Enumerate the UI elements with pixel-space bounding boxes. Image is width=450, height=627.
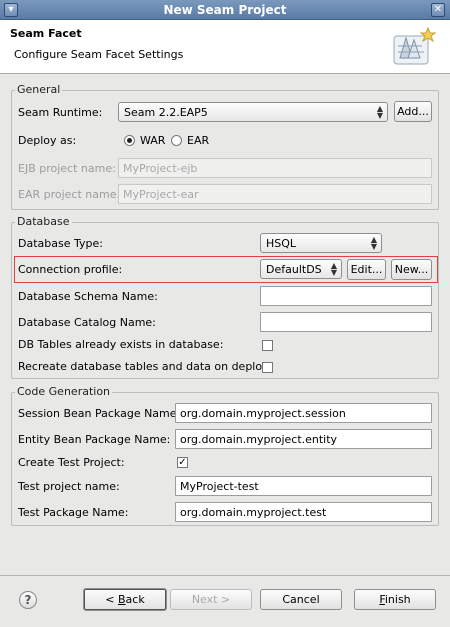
banner-description: Configure Seam Facet Settings <box>14 48 184 61</box>
deploy-war-label[interactable]: WAR <box>140 134 165 147</box>
new-profile-button[interactable]: New... <box>391 259 432 280</box>
finish-rest: inish <box>384 593 411 606</box>
ear-project-label: EAR project name: <box>18 188 121 201</box>
combo-arrows-icon: ▲ ▼ <box>376 104 383 120</box>
deploy-as-label: Deploy as: <box>18 134 77 147</box>
entity-bean-field[interactable]: org.domain.myproject.entity <box>175 429 432 449</box>
cancel-button[interactable]: Cancel <box>260 589 342 610</box>
deploy-ear-radio[interactable] <box>171 135 182 146</box>
close-icon[interactable]: ✕ <box>431 3 445 17</box>
catalog-name-label: Database Catalog Name: <box>18 316 156 329</box>
seam-runtime-label: Seam Runtime: <box>18 106 103 119</box>
deploy-war-radio[interactable] <box>124 135 135 146</box>
entity-bean-label: Entity Bean Package Name: <box>18 433 171 446</box>
add-runtime-button[interactable]: Add... <box>394 101 432 122</box>
seam-facet-icon <box>393 26 437 65</box>
edit-profile-button[interactable]: Edit... <box>347 259 386 280</box>
help-icon[interactable]: ? <box>19 591 37 609</box>
schema-name-field[interactable] <box>260 286 432 306</box>
connection-profile-select[interactable]: DefaultDS ▲ ▼ <box>260 259 342 279</box>
connection-profile-label: Connection profile: <box>18 263 123 276</box>
test-project-field[interactable]: MyProject-test <box>175 476 432 496</box>
session-bean-label: Session Bean Package Name: <box>18 407 181 420</box>
next-button[interactable]: Next > <box>170 589 252 610</box>
back-rest: ack <box>125 593 145 606</box>
banner-title: Seam Facet <box>10 27 82 40</box>
window-menu-icon[interactable]: ▾ <box>4 3 18 17</box>
ejb-project-field: MyProject-ejb <box>118 158 432 178</box>
finish-button[interactable]: Finish <box>354 589 436 610</box>
session-bean-field[interactable]: org.domain.myproject.session <box>175 403 432 423</box>
combo-arrows-icon: ▲ ▼ <box>330 261 337 277</box>
connection-profile-value: DefaultDS <box>266 263 322 276</box>
database-legend: Database <box>15 215 72 228</box>
create-test-checkbox[interactable]: ✓ <box>177 457 188 468</box>
back-prefix: < <box>105 593 118 606</box>
seam-runtime-select[interactable]: Seam 2.2.EAP5 ▲ ▼ <box>118 102 388 122</box>
code-generation-legend: Code Generation <box>15 385 113 398</box>
footer-separator <box>0 575 450 576</box>
test-project-label: Test project name: <box>18 480 120 493</box>
combo-arrows-icon: ▲ ▼ <box>370 235 377 251</box>
schema-name-label: Database Schema Name: <box>18 290 158 303</box>
database-type-label: Database Type: <box>18 237 103 250</box>
seam-runtime-value: Seam 2.2.EAP5 <box>124 106 208 119</box>
recreate-tables-label: Recreate database tables and data on dep… <box>18 360 272 373</box>
catalog-name-field[interactable] <box>260 312 432 332</box>
tables-exist-label: DB Tables already exists in database: <box>18 338 224 351</box>
window-title: New Seam Project <box>163 2 287 17</box>
title-bar: ▾ New Seam Project ✕ <box>0 0 450 20</box>
ejb-project-label: EJB project name: <box>18 162 116 175</box>
create-test-label: Create Test Project: <box>18 456 125 469</box>
wizard-banner: Seam Facet Configure Seam Facet Settings <box>0 20 450 74</box>
back-button[interactable]: < Back <box>83 588 167 611</box>
tables-exist-checkbox[interactable] <box>262 340 273 351</box>
test-package-label: Test Package Name: <box>18 506 129 519</box>
database-type-value: HSQL <box>266 237 297 250</box>
back-mnemonic: B <box>118 593 126 606</box>
ear-project-field: MyProject-ear <box>118 184 432 204</box>
recreate-tables-checkbox[interactable] <box>262 362 273 373</box>
database-type-select[interactable]: HSQL ▲ ▼ <box>260 233 382 253</box>
test-package-field[interactable]: org.domain.myproject.test <box>175 502 432 522</box>
deploy-ear-label[interactable]: EAR <box>187 134 209 147</box>
general-legend: General <box>15 83 63 96</box>
